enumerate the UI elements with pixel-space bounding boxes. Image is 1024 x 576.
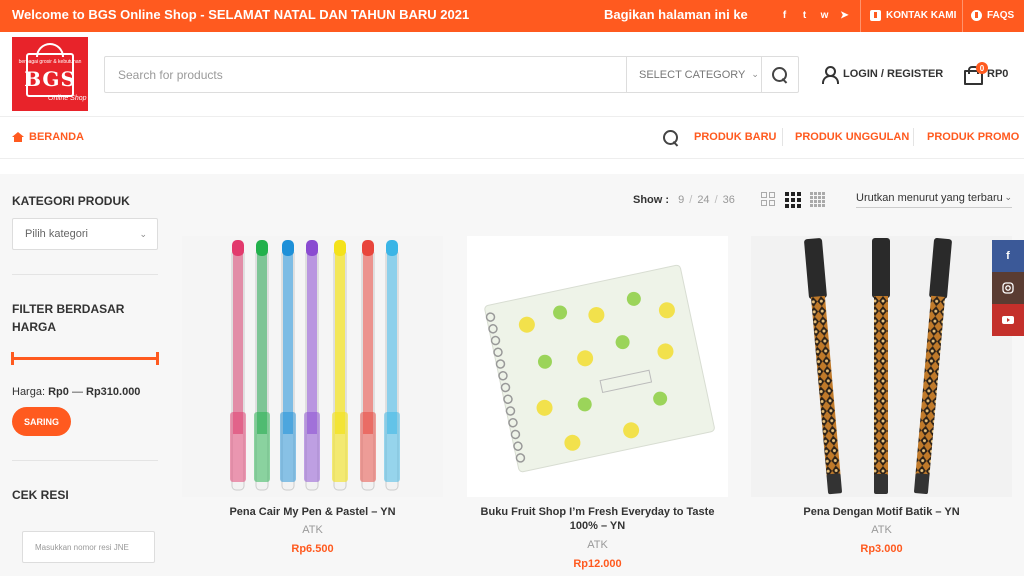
- facebook-icon[interactable]: f: [778, 9, 791, 22]
- login-label: LOGIN / REGISTER: [843, 68, 944, 80]
- price-slider-min-handle[interactable]: [11, 352, 14, 365]
- top-bar: Welcome to BGS Online Shop - SELAMAT NAT…: [0, 0, 1024, 32]
- show-option-24[interactable]: 24: [697, 194, 709, 206]
- topbar-divider: [860, 0, 861, 32]
- category-select[interactable]: SELECT CATEGORY ⌄: [626, 57, 761, 92]
- facebook-icon[interactable]: f: [992, 240, 1024, 272]
- nav-produk-baru[interactable]: PRODUK BARU: [694, 131, 777, 143]
- product-title[interactable]: Buku Fruit Shop I’m Fresh Everyday to Ta…: [467, 505, 728, 533]
- share-socials: f t w ➤: [778, 9, 851, 22]
- product-title[interactable]: Pena Dengan Motif Batik – YN: [751, 505, 1012, 519]
- contact-label: KONTAK KAMI: [886, 10, 957, 21]
- price-range-text: Harga: Rp0 — Rp310.000: [12, 386, 140, 398]
- site-logo[interactable]: berbagai grosir & kebutuhan BGS Online S…: [12, 37, 88, 111]
- logo-subtext: Online Shop: [48, 95, 87, 102]
- nav-produk-promo[interactable]: PRODUK PROMO: [927, 131, 1019, 143]
- category-select-label: SELECT CATEGORY: [639, 68, 746, 81]
- show-option-9[interactable]: 9: [678, 194, 684, 206]
- share-label: Bagikan halaman ini ke: [604, 7, 748, 22]
- product-price: Rp12.000: [573, 558, 622, 570]
- price-min: Rp0: [48, 386, 69, 398]
- chevron-down-icon: ⌄: [751, 69, 759, 79]
- search-button[interactable]: [761, 57, 798, 92]
- faq-label: FAQS: [987, 10, 1015, 21]
- show-label: Show :: [633, 194, 670, 206]
- nav-produk-unggulan[interactable]: PRODUK UNGGULAN: [795, 131, 909, 143]
- product-image-pena-batik[interactable]: [751, 236, 1012, 497]
- cart-total: RP0: [987, 67, 1009, 80]
- welcome-message: Welcome to BGS Online Shop - SELAMAT NAT…: [12, 7, 470, 22]
- product-title[interactable]: Pena Cair My Pen & Pastel – YN: [182, 505, 443, 519]
- sort-select-value: Urutkan menurut yang terbaru: [856, 192, 1003, 204]
- faq-link[interactable]: FAQS: [971, 10, 1014, 21]
- sidebar-divider: [12, 460, 158, 461]
- login-register-link[interactable]: LOGIN / REGISTER: [822, 66, 944, 84]
- instagram-icon[interactable]: [992, 272, 1024, 304]
- category-widget-title: KATEGORI PRODUK: [12, 194, 130, 208]
- price-filter-title: FILTER BERDASAR HARGA: [12, 302, 125, 334]
- price-slider-track[interactable]: [12, 357, 158, 360]
- nav-divider: [782, 128, 783, 146]
- nav-divider: [913, 128, 914, 146]
- user-icon: [822, 66, 839, 84]
- telegram-icon[interactable]: ➤: [838, 9, 851, 22]
- nav-home-label: BERANDA: [29, 131, 84, 143]
- nav-home[interactable]: BERANDA: [12, 131, 84, 143]
- logo-text: BGS: [24, 67, 76, 91]
- product-category[interactable]: ATK: [182, 524, 443, 536]
- product-price: Rp3.000: [860, 543, 903, 555]
- whatsapp-icon[interactable]: w: [818, 9, 831, 22]
- product-category[interactable]: ATK: [467, 539, 728, 551]
- topbar-divider: [962, 0, 963, 32]
- nav-divider-line: [0, 158, 1024, 159]
- filter-button[interactable]: SARING: [12, 407, 71, 436]
- product-image-pena-cair[interactable]: [182, 236, 443, 497]
- nav-search-button[interactable]: [662, 129, 680, 147]
- category-dropdown[interactable]: Pilih kategori ⌄: [12, 218, 158, 250]
- show-per-page: Show : 9/24/36: [633, 194, 735, 206]
- grid-3-columns-icon[interactable]: [785, 192, 801, 208]
- chevron-down-icon: ⌄: [139, 229, 147, 239]
- price-slider-max-handle[interactable]: [156, 352, 159, 365]
- search-icon: [662, 129, 680, 147]
- price-dash: —: [71, 386, 83, 398]
- show-option-36[interactable]: 36: [723, 194, 735, 206]
- twitter-icon[interactable]: t: [798, 9, 811, 22]
- category-dropdown-value: Pilih kategori: [25, 228, 88, 240]
- resi-input[interactable]: [22, 531, 155, 563]
- cart-count-badge: 0: [976, 62, 988, 74]
- header-divider: [0, 116, 1024, 117]
- price-max: Rp310.000: [86, 386, 141, 398]
- phone-icon: [870, 10, 881, 21]
- chevron-down-icon: ⌄: [1002, 192, 1012, 203]
- resi-widget-title: CEK RESI: [12, 488, 69, 502]
- logo-tagline: berbagai grosir & kebutuhan: [18, 59, 82, 65]
- youtube-icon[interactable]: [992, 304, 1024, 336]
- home-icon: [12, 132, 24, 142]
- price-label: Harga:: [12, 386, 46, 398]
- search-input[interactable]: [105, 57, 625, 92]
- product-price: Rp6.500: [291, 543, 334, 555]
- product-image-buku-fruit-shop[interactable]: [467, 236, 728, 497]
- search-icon: [771, 66, 789, 84]
- grid-4-columns-icon[interactable]: [810, 192, 825, 207]
- search-bar: SELECT CATEGORY ⌄: [104, 56, 799, 93]
- contact-link[interactable]: KONTAK KAMI: [870, 10, 956, 21]
- grid-2-columns-icon[interactable]: [761, 192, 775, 206]
- product-category[interactable]: ATK: [751, 524, 1012, 536]
- sidebar-divider: [12, 274, 158, 275]
- sort-select[interactable]: Urutkan menurut yang terbaru ⌄: [856, 192, 1012, 208]
- question-icon: [971, 10, 982, 21]
